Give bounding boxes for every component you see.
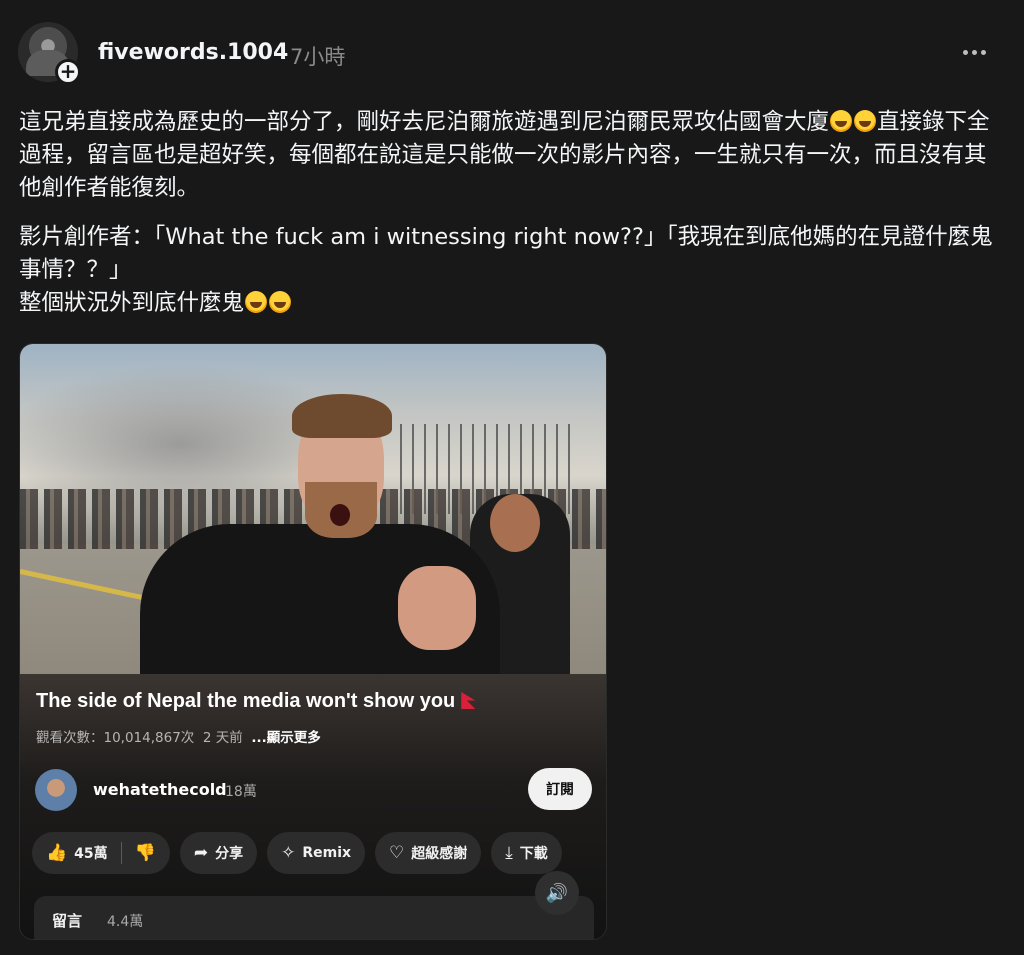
download-label: 下載 [519,846,548,862]
video-card[interactable]: The side of Nepal the media won't show y… [19,343,607,940]
super-thanks-button[interactable]: ♡ 超級感謝 [375,832,482,874]
subscriber-count: 18萬 [225,784,257,800]
channel-name[interactable]: wehatethecold [93,780,227,799]
remix-icon: ✧ [281,842,296,863]
video-title-text: The side of Nepal the media won't show y… [36,690,456,712]
channel-avatar[interactable] [35,769,77,811]
share-button[interactable]: ➦ 分享 [179,832,258,874]
like-dislike-button[interactable]: 👍 45萬 👎 [32,832,170,874]
volume-icon[interactable]: 🔊 [535,871,579,915]
author-username[interactable]: fivewords.1004 [98,40,288,65]
video-thumbnail[interactable] [20,344,606,674]
video-info-panel: The side of Nepal the media won't show y… [20,674,606,939]
show-more-link[interactable]: ...顯示更多 [251,730,320,746]
laughing-emoji-icon [269,291,292,313]
thumbs-down-icon[interactable]: 👎 [135,844,156,862]
post-text-2: 影片創作者：「What the fuck am i witnessing rig… [19,224,993,283]
post-text-1: 這兄弟直接成為歷史的一部分了，剛好去尼泊爾旅遊遇到尼泊爾民眾攻佔國會大廈 [19,109,830,135]
post-text-3: 整個狀況外到底什麼鬼 [19,290,245,316]
laughing-emoji-icon [830,110,853,132]
video-age: 2 天前 [202,730,243,746]
comments-section[interactable]: 留言 4.4萬 [34,896,594,939]
action-bar: 👍 45萬 👎 ➦ 分享 ✧ Remix ♡ 超級感謝 ⤓ 下載 [32,832,562,874]
super-thanks-icon: ♡ [389,842,405,863]
video-title[interactable]: The side of Nepal the media won't show y… [36,690,476,713]
remix-button[interactable]: ✧ Remix [267,832,366,874]
comments-label: 留言 [52,912,83,930]
nepal-flag-icon [461,692,476,709]
follow-plus-icon[interactable]: + [55,59,81,85]
download-icon: ⤓ [505,842,513,863]
share-icon: ➦ [193,842,209,863]
post-body: 這兄弟直接成為歷史的一部分了，剛好去尼泊爾旅遊遇到尼泊爾民眾攻佔國會大廈 直接錄下… [19,106,1004,336]
laughing-emoji-icon [854,110,877,132]
subscribe-button[interactable]: 訂閱 [528,768,592,810]
remix-label: Remix [302,845,352,861]
more-options-icon[interactable] [954,34,994,70]
post-time: 7小時 [290,45,346,69]
super-thanks-label: 超級感謝 [411,846,468,862]
thumbs-up-icon[interactable]: 👍 [46,844,67,862]
laughing-emoji-icon [245,291,268,313]
like-count: 45萬 [74,846,108,862]
video-meta: 觀看次數：10,014,867次 2 天前 ...顯示更多 [36,726,321,746]
download-button[interactable]: ⤓ 下載 [491,832,562,874]
view-count: 觀看次數：10,014,867次 [36,730,195,746]
comments-count: 4.4萬 [107,914,144,930]
share-label: 分享 [215,846,244,862]
